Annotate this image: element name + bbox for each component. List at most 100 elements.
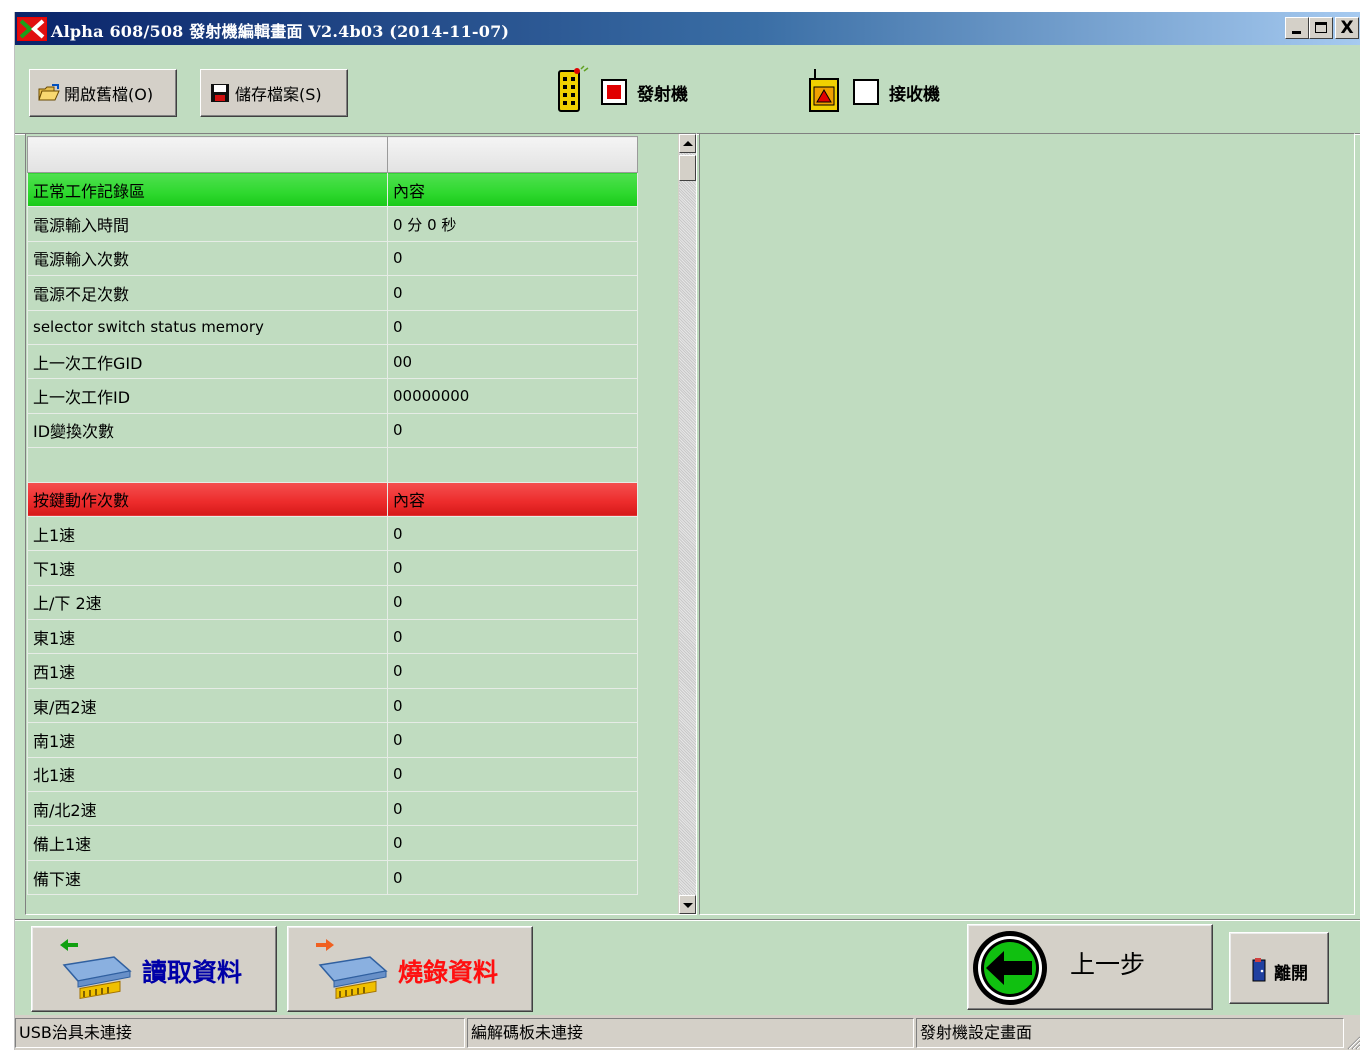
scroll-down-button[interactable] (679, 895, 696, 914)
exit-label: 離開 (1274, 964, 1308, 984)
row-value[interactable]: 0 分 0 秒 (387, 206, 638, 242)
row-value[interactable]: 0 (387, 275, 638, 311)
exit-door-icon (1252, 957, 1268, 987)
table-row[interactable]: 北1速 0 (27, 756, 638, 793)
maximize-button[interactable] (1309, 17, 1333, 39)
grid-header-col1[interactable] (27, 136, 388, 173)
row-label: 上1速 (27, 515, 388, 552)
receiver-unit-icon (807, 65, 843, 119)
row-value[interactable]: 0 (387, 756, 638, 793)
table-row[interactable]: 東/西2速 0 (27, 687, 638, 724)
table-row[interactable]: 東1速 0 (27, 619, 638, 655)
row-value[interactable]: 00 (387, 343, 638, 380)
row-label: 北1速 (27, 756, 388, 793)
record-table-panel: 正常工作記錄區 內容 電源輸入時間 0 分 0 秒 電源輸入次數 0 電源不足次數 0… (25, 133, 697, 915)
table-row[interactable]: selector switch status memory 0 (27, 309, 638, 345)
arrow-up-icon (683, 141, 693, 146)
row-value[interactable]: 0 (387, 722, 638, 758)
minimize-icon (1292, 31, 1301, 34)
transmitter-remote-icon (555, 65, 591, 119)
table-row[interactable]: 南/北2速 0 (27, 791, 638, 827)
app-logo-icon (17, 17, 47, 41)
transmitter-label: 發射機 (637, 84, 688, 105)
grid-header-row (27, 136, 638, 173)
vertical-scrollbar[interactable] (678, 134, 696, 914)
toolbar: 開啟舊檔(O) 儲存檔案(S) 發射機 接收機 (15, 45, 1360, 133)
table-row[interactable]: 上一次工作GID 00 (27, 343, 638, 380)
caption-buttons: X (1285, 17, 1359, 39)
row-value[interactable]: 0 (387, 515, 638, 552)
row-value[interactable]: 0 (387, 240, 638, 277)
row-label: 電源輸入時間 (27, 206, 388, 242)
resize-grip-icon[interactable] (1345, 1034, 1360, 1050)
scroll-thumb[interactable] (679, 155, 696, 181)
row-value[interactable] (387, 447, 638, 483)
row-label: 電源不足次數 (27, 275, 388, 311)
table-row[interactable]: 上一次工作ID 00000000 (27, 378, 638, 414)
minimize-button[interactable] (1285, 17, 1309, 39)
burn-data-label: 燒錄資料 (398, 958, 499, 987)
close-button[interactable]: X (1335, 17, 1359, 39)
table-row[interactable] (27, 447, 638, 483)
section-label: 正常工作記錄區 (27, 171, 388, 208)
window-title: Alpha 608/508 發射機編輯畫面 V2.4b03 (2014-11-0… (51, 22, 510, 41)
decoder-status: 編解碼板未連接 (467, 1018, 914, 1048)
row-value[interactable]: 0 (387, 653, 638, 689)
table-row[interactable]: 上/下 2速 0 (27, 584, 638, 621)
grid-header-col2[interactable] (387, 136, 638, 173)
row-label: 上/下 2速 (27, 584, 388, 621)
section-value-header: 內容 (387, 171, 638, 208)
exit-button[interactable]: 離開 (1229, 932, 1329, 1004)
row-label: 下1速 (27, 550, 388, 586)
row-value[interactable]: 0 (387, 825, 638, 861)
table-row[interactable]: 電源輸入時間 0 分 0 秒 (27, 206, 638, 242)
table-row[interactable]: 上1速 0 (27, 515, 638, 552)
table-row[interactable]: 電源輸入次數 0 (27, 240, 638, 277)
row-value[interactable]: 0 (387, 309, 638, 345)
receiver-mode[interactable]: 接收機 (807, 65, 940, 119)
row-value[interactable]: 0 (387, 619, 638, 655)
row-value[interactable]: 0 (387, 791, 638, 827)
row-label: 備下速 (27, 859, 388, 896)
row-label: 南/北2速 (27, 791, 388, 827)
scroll-up-button[interactable] (679, 134, 696, 153)
table-row[interactable]: 備上1速 0 (27, 825, 638, 861)
burn-data-button[interactable]: 燒錄資料 (287, 926, 533, 1012)
row-label: 南1速 (27, 722, 388, 758)
table-row[interactable]: 西1速 0 (27, 653, 638, 689)
status-bar: USB治具未連接 編解碼板未連接 發射機設定畫面 (15, 1015, 1360, 1050)
screen-status: 發射機設定畫面 (916, 1018, 1344, 1048)
app-window: Alpha 608/508 發射機編輯畫面 V2.4b03 (2014-11-0… (14, 12, 1360, 1050)
receiver-label: 接收機 (889, 84, 940, 105)
usb-status: USB治具未連接 (15, 1018, 465, 1048)
section-value-header: 內容 (387, 481, 638, 517)
open-file-button[interactable]: 開啟舊檔(O) (29, 69, 177, 117)
row-value[interactable]: 0 (387, 859, 638, 896)
save-file-label: 儲存檔案(S) (235, 85, 322, 104)
table-row[interactable]: 南1速 0 (27, 722, 638, 758)
row-value[interactable]: 0 (387, 584, 638, 621)
table-row[interactable]: 備下速 0 (27, 859, 638, 896)
row-value[interactable]: 0 (387, 550, 638, 586)
table-row[interactable]: 下1速 0 (27, 550, 638, 586)
read-chip-icon (54, 935, 134, 1003)
open-file-label: 開啟舊檔(O) (64, 85, 154, 104)
burn-chip-icon (310, 935, 390, 1003)
back-button[interactable]: 上一步 (967, 924, 1213, 1010)
row-value[interactable]: 0 (387, 687, 638, 724)
save-file-button[interactable]: 儲存檔案(S) (200, 69, 348, 117)
back-arrow-icon (970, 929, 1050, 1011)
table-row[interactable]: 電源不足次數 0 (27, 275, 638, 311)
receiver-checkbox[interactable] (853, 79, 879, 105)
section-normal-work: 正常工作記錄區 內容 (27, 171, 638, 208)
transmitter-checkbox[interactable] (601, 79, 627, 105)
row-value[interactable]: 00000000 (387, 378, 638, 414)
maximize-icon (1315, 22, 1327, 33)
row-value[interactable]: 0 (387, 412, 638, 449)
read-data-label: 讀取資料 (142, 958, 243, 987)
title-bar[interactable]: Alpha 608/508 發射機編輯畫面 V2.4b03 (2014-11-0… (15, 12, 1360, 45)
read-data-button[interactable]: 讀取資料 (31, 926, 277, 1012)
transmitter-mode[interactable]: 發射機 (555, 65, 688, 119)
section-label: 按鍵動作次數 (27, 481, 388, 517)
table-row[interactable]: ID變換次數 0 (27, 412, 638, 449)
